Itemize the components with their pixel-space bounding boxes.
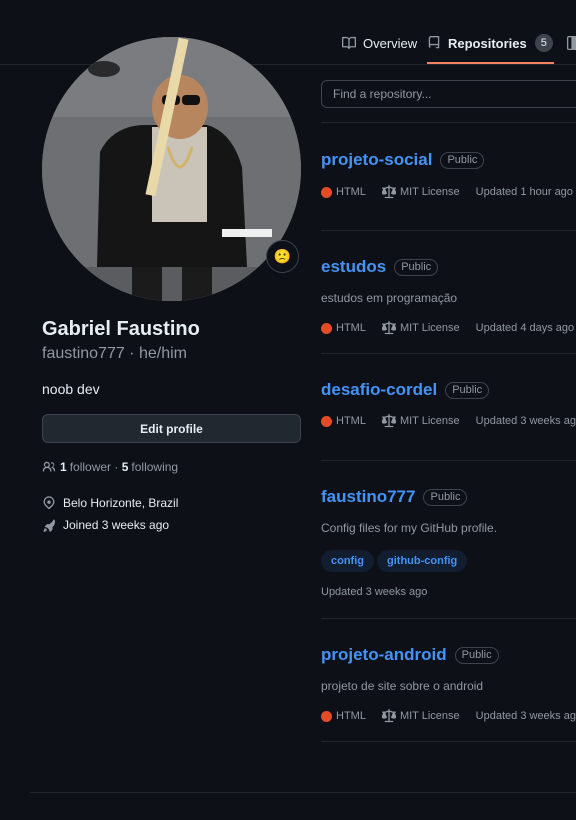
edit-profile-button[interactable]: Edit profile bbox=[42, 414, 301, 443]
visibility-badge: Public bbox=[445, 381, 490, 399]
tab-overview-label: Overview bbox=[363, 36, 418, 51]
repo-description: projeto de site sobre o android bbox=[321, 679, 484, 693]
repo-name-link[interactable]: faustino777 bbox=[321, 487, 415, 507]
list-divider bbox=[321, 230, 576, 231]
law-icon bbox=[381, 709, 396, 723]
location-text: Belo Horizonte, Brazil bbox=[63, 496, 179, 510]
repo-license: MIT License bbox=[399, 186, 460, 198]
repo-name-link[interactable]: estudos bbox=[321, 257, 386, 277]
rocket-icon bbox=[43, 519, 56, 532]
following-count: 5 bbox=[121, 460, 129, 474]
profile-location: Belo Horizonte, Brazil bbox=[42, 496, 178, 510]
repo-updated: Updated 4 days ago bbox=[475, 322, 575, 334]
language-color-dot bbox=[321, 322, 332, 334]
visibility-badge: Public bbox=[423, 488, 468, 506]
followers-link[interactable]: 1 follower bbox=[60, 460, 111, 474]
people-icon bbox=[42, 461, 56, 472]
law-icon bbox=[381, 185, 396, 199]
followers-label: follower bbox=[69, 460, 112, 474]
joined-text: Joined 3 weeks ago bbox=[63, 518, 170, 532]
follow-stats: 1 follower · 5 following bbox=[42, 460, 178, 474]
list-divider bbox=[321, 618, 576, 619]
profile-name: Gabriel Faustino bbox=[42, 318, 200, 340]
set-status-button[interactable]: 🙁 bbox=[266, 240, 299, 273]
list-divider bbox=[321, 460, 576, 461]
topic-tag[interactable]: github-config bbox=[377, 550, 468, 572]
repositories-counter: 5 bbox=[534, 34, 553, 52]
repo-name-link[interactable]: desafio-cordel bbox=[321, 380, 437, 400]
avatar[interactable] bbox=[42, 37, 301, 301]
tab-overview[interactable]: Overview bbox=[342, 24, 417, 64]
repo-language: HTML bbox=[336, 710, 366, 722]
repo-license: MIT License bbox=[399, 710, 460, 722]
repo-updated: Updated 1 hour ago bbox=[475, 186, 573, 198]
profile-joined: Joined 3 weeks ago bbox=[42, 518, 169, 532]
location-icon bbox=[43, 496, 55, 510]
repo-license: MIT License bbox=[399, 415, 460, 427]
repo-icon bbox=[428, 36, 440, 49]
list-divider bbox=[321, 353, 576, 354]
list-divider bbox=[321, 122, 576, 123]
repo-list-item: projeto-android Public projeto de site s… bbox=[321, 645, 576, 723]
repo-list-item: projeto-social Public HTML MIT License U… bbox=[321, 150, 576, 199]
profile-pronouns: he/him bbox=[138, 345, 187, 362]
repo-license: MIT License bbox=[399, 322, 460, 334]
profile-bio: noob dev bbox=[42, 381, 100, 397]
status-emoji-icon: 🙁 bbox=[273, 248, 292, 264]
followers-count: 1 bbox=[60, 460, 67, 474]
book-icon bbox=[342, 36, 356, 50]
repo-description: estudos em programação bbox=[321, 291, 458, 305]
language-color-dot bbox=[321, 186, 332, 198]
repo-description: Config files for my GitHub profile. bbox=[321, 521, 498, 535]
repo-language: HTML bbox=[336, 186, 366, 198]
repo-name-link[interactable]: projeto-social bbox=[321, 150, 432, 170]
language-color-dot bbox=[321, 710, 332, 722]
following-link[interactable]: 5 following bbox=[122, 460, 178, 474]
repo-language: HTML bbox=[336, 415, 366, 427]
repo-list-item: faustino777 Public Config files for my G… bbox=[321, 487, 576, 598]
repo-updated: Updated 3 weeks ago bbox=[321, 586, 428, 598]
repo-list-item: desafio-cordel Public HTML MIT License U… bbox=[321, 380, 576, 428]
tab-repositories-label: Repositories bbox=[448, 36, 527, 51]
repo-name-link[interactable]: projeto-android bbox=[321, 645, 447, 665]
repo-updated: Updated 3 weeks ago bbox=[475, 415, 576, 427]
visibility-badge: Public bbox=[394, 258, 439, 276]
avatar-image bbox=[42, 37, 301, 301]
table-icon bbox=[567, 36, 576, 50]
repo-updated: Updated 3 weeks ago bbox=[475, 710, 576, 722]
tab-repositories[interactable]: Repositories 5 bbox=[427, 24, 554, 64]
profile-login: faustino777 bbox=[42, 345, 125, 362]
repo-topics: config github-config bbox=[321, 550, 576, 572]
visibility-badge: Public bbox=[454, 646, 499, 664]
language-color-dot bbox=[321, 415, 332, 427]
repo-list-item: estudos Public estudos em programação HT… bbox=[321, 257, 576, 335]
footer-divider bbox=[30, 792, 576, 793]
profile-login-line: faustino777 · he/him bbox=[42, 345, 187, 362]
profile-tab-nav: Overview Repositories 5 bbox=[0, 0, 576, 65]
list-divider bbox=[321, 741, 576, 742]
find-repository-input[interactable] bbox=[321, 80, 576, 108]
topic-tag[interactable]: config bbox=[321, 550, 374, 572]
tab-projects[interactable] bbox=[567, 24, 576, 64]
law-icon bbox=[381, 414, 396, 428]
following-label: following bbox=[131, 460, 179, 474]
repo-language: HTML bbox=[336, 322, 366, 334]
law-icon bbox=[381, 321, 396, 335]
visibility-badge: Public bbox=[440, 151, 485, 169]
follow-separator: · bbox=[111, 460, 122, 474]
